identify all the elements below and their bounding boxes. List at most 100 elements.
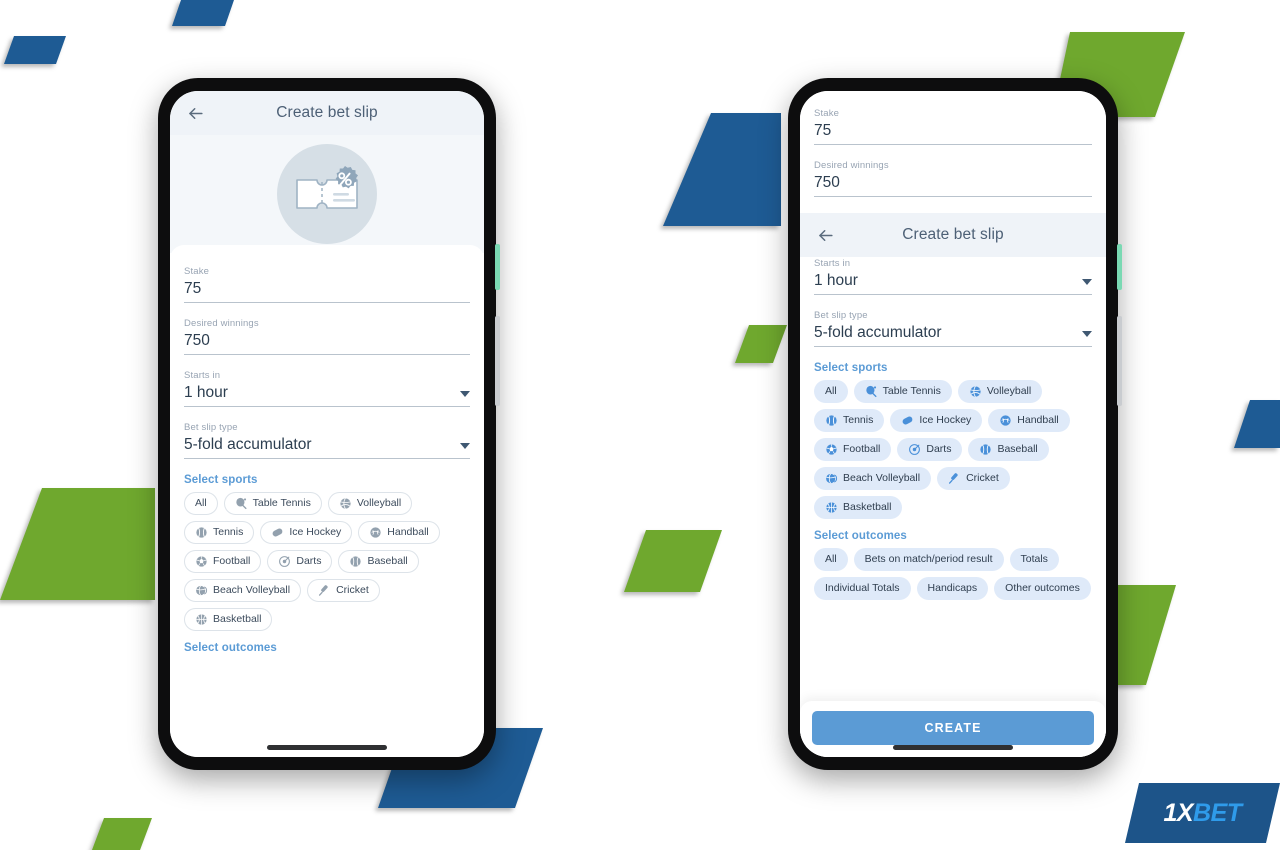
- chip-all[interactable]: All: [814, 548, 848, 571]
- create-button[interactable]: CREATE: [812, 711, 1094, 745]
- chip-cricket[interactable]: Cricket: [937, 467, 1010, 490]
- deco-green-left-mid: [0, 488, 155, 600]
- chip-table-tennis[interactable]: Table Tennis: [223, 492, 322, 515]
- chip-label: Baseball: [997, 443, 1038, 455]
- bet-slip-ticket-percent-icon: [296, 166, 358, 209]
- starts-in-select[interactable]: 1 hour: [184, 382, 470, 407]
- volume-button-right-phone[interactable]: [1117, 316, 1122, 406]
- chip-football[interactable]: Football: [184, 550, 262, 573]
- handball-icon: [999, 414, 1012, 427]
- chevron-down-icon: [460, 391, 470, 397]
- chip-label: Basketball: [843, 501, 892, 513]
- chip-volleyball[interactable]: Volleyball: [957, 380, 1043, 403]
- chip-baseball[interactable]: Baseball: [338, 550, 419, 573]
- chip-tennis[interactable]: Tennis: [814, 409, 885, 432]
- starts-in-select[interactable]: 1 hour: [814, 270, 1092, 295]
- power-button-left-phone[interactable]: [495, 244, 500, 290]
- select-outcomes-title: Select outcomes: [814, 530, 907, 542]
- chip-ice-hockey[interactable]: Ice Hockey: [260, 521, 353, 544]
- chip-label: All: [825, 385, 837, 397]
- football-icon: [825, 443, 838, 456]
- table-tennis-icon: [865, 385, 878, 398]
- chip-table-tennis[interactable]: Table Tennis: [853, 380, 952, 403]
- darts-icon: [278, 555, 291, 568]
- chip-ice-hockey[interactable]: Ice Hockey: [890, 409, 983, 432]
- chip-darts[interactable]: Darts: [267, 550, 333, 573]
- chip-handball[interactable]: Handball: [358, 521, 440, 544]
- chip-basketball[interactable]: Basketball: [814, 496, 903, 519]
- beach-volleyball-icon: [195, 584, 208, 597]
- chip-handball[interactable]: Handball: [988, 409, 1070, 432]
- basketball-icon: [825, 501, 838, 514]
- stake-input[interactable]: 75: [814, 120, 831, 141]
- chip-beach-volleyball[interactable]: Beach Volleyball: [814, 467, 932, 490]
- home-indicator: [267, 745, 387, 750]
- chip-handicaps[interactable]: Handicaps: [916, 577, 989, 600]
- chip-label: Ice Hockey: [289, 526, 342, 538]
- sports-chip-list: All Table Tennis Volleyball Tennis Ice Hocke…: [814, 380, 1092, 519]
- logo-text-secondary: BET: [1193, 798, 1242, 827]
- stake-input[interactable]: 75: [184, 278, 201, 299]
- chip-label: Baseball: [367, 555, 408, 567]
- hero-circle: [277, 144, 377, 244]
- bet-slip-type-select[interactable]: 5-fold accumulator: [184, 434, 470, 459]
- tennis-ball-icon: [825, 414, 838, 427]
- chip-all[interactable]: All: [814, 380, 848, 403]
- bet-slip-type-select[interactable]: 5-fold accumulator: [814, 322, 1092, 347]
- field-label: Stake: [814, 108, 840, 119]
- chip-other-outcomes[interactable]: Other outcomes: [994, 577, 1091, 600]
- chip-label: All: [195, 497, 207, 509]
- chip-label: Bets on match/period result: [864, 553, 993, 565]
- chevron-down-icon: [1082, 279, 1092, 285]
- chip-all[interactable]: All: [184, 492, 218, 515]
- chip-basketball[interactable]: Basketball: [184, 608, 273, 631]
- chip-bets-on-match-period-result[interactable]: Bets on match/period result: [853, 548, 1004, 571]
- select-sports-title: Select sports: [814, 362, 888, 374]
- select-sports-title: Select sports: [184, 474, 258, 486]
- chip-label: Individual Totals: [825, 582, 900, 594]
- cricket-bat-icon: [948, 472, 961, 485]
- chip-label: Handball: [1017, 414, 1059, 426]
- phone-right: Stake 75 Desired winnings 750 Create bet…: [784, 74, 1122, 774]
- chip-label: Basketball: [213, 613, 262, 625]
- brand-logo: 1X BET: [1125, 783, 1280, 843]
- field-stake: Stake 75: [184, 255, 470, 307]
- chip-cricket[interactable]: Cricket: [307, 579, 380, 602]
- ice-hockey-puck-icon: [901, 414, 914, 427]
- chip-volleyball[interactable]: Volleyball: [327, 492, 413, 515]
- desired-winnings-input[interactable]: 750: [184, 330, 210, 351]
- home-indicator: [893, 745, 1013, 750]
- form-sheet-left: Stake 75 Desired winnings 750 Starts in …: [170, 245, 484, 757]
- chip-baseball[interactable]: Baseball: [968, 438, 1049, 461]
- floating-app-header: Create bet slip: [800, 213, 1106, 257]
- handball-icon: [369, 526, 382, 539]
- bet-slip-type-value: 5-fold accumulator: [184, 436, 312, 453]
- chip-darts[interactable]: Darts: [897, 438, 963, 461]
- chip-totals[interactable]: Totals: [1009, 548, 1059, 571]
- deco-green-center-bottom: [624, 530, 722, 592]
- sports-chip-list: All Table Tennis Volleyball Tennis Ice Hocke…: [184, 492, 470, 631]
- power-button-right-phone[interactable]: [1117, 244, 1122, 290]
- field-label: Starts in: [184, 370, 221, 381]
- chip-tennis[interactable]: Tennis: [184, 521, 255, 544]
- logo-text-primary: 1X: [1163, 798, 1194, 827]
- football-icon: [195, 555, 208, 568]
- chip-individual-totals[interactable]: Individual Totals: [814, 577, 911, 600]
- field-label: Bet slip type: [184, 422, 238, 433]
- chip-beach-volleyball[interactable]: Beach Volleyball: [184, 579, 302, 602]
- page-title: Create bet slip: [902, 226, 1004, 243]
- volleyball-icon: [339, 497, 352, 510]
- chip-football[interactable]: Football: [814, 438, 892, 461]
- volleyball-icon: [969, 385, 982, 398]
- desired-winnings-input[interactable]: 750: [814, 172, 840, 193]
- page-root: 1X BET Create bet slip Stake 75 Desired …: [0, 0, 1280, 850]
- field-starts-in: Starts in 1 hour: [184, 359, 470, 411]
- chevron-down-icon: [460, 443, 470, 449]
- screen-left: Create bet slip Stake 75 Desired winning…: [170, 91, 484, 757]
- chip-label: Handicaps: [927, 582, 978, 594]
- chip-label: Darts: [296, 555, 322, 567]
- baseball-icon: [349, 555, 362, 568]
- chevron-down-icon: [1082, 331, 1092, 337]
- volume-button-left-phone[interactable]: [495, 316, 500, 406]
- chip-label: Other outcomes: [1005, 582, 1080, 594]
